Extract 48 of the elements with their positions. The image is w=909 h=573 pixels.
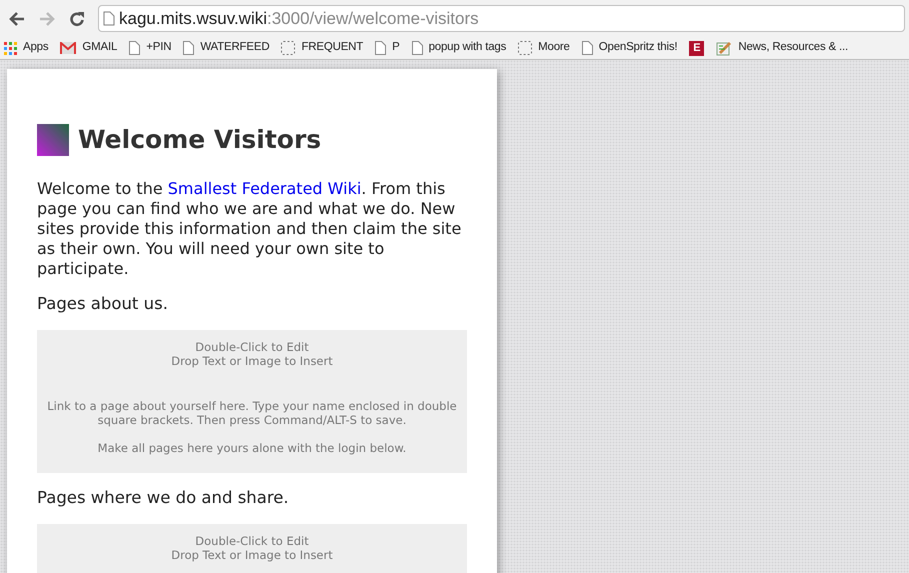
bookmark-link[interactable]: News, Resources & ... [716, 39, 848, 57]
page-icon [375, 41, 386, 55]
edit-hint: Double-Click to Edit [194, 534, 310, 548]
apps-grid-icon [4, 42, 17, 54]
page-title: Welcome Visitors [78, 124, 322, 156]
page-icon [129, 41, 140, 55]
reload-icon[interactable] [68, 10, 86, 28]
bookmark-link[interactable]: WATERFEED [183, 39, 270, 57]
intro-paragraph: Welcome to the Smallest Federated Wiki. From this page you can find who we are and what we do. New sites provide this information and then claim the site as their own. You will need your own site to participate. [37, 178, 462, 278]
page-icon [582, 41, 593, 55]
site-flag-icon [37, 124, 69, 156]
bookmark-link[interactable]: Apps [4, 39, 48, 57]
dashed-square-icon [518, 41, 532, 55]
bookmark-link[interactable]: FREQUENT [281, 39, 364, 57]
edit-hint: Drop Text or Image to Insert [170, 354, 334, 368]
page-icon [103, 11, 115, 26]
bookmark-label: News, Resources & ... [738, 40, 848, 56]
edit-hint: Double-Click to Edit [194, 340, 310, 354]
bookmark-link[interactable]: GMAIL [60, 39, 118, 57]
bookmark-label: P [392, 40, 400, 56]
page-icon [412, 41, 423, 55]
bookmark-link[interactable]: P [375, 39, 400, 57]
bookmark-label: popup with tags [428, 40, 506, 56]
wiki-link[interactable]: Smallest Federated Wiki [168, 178, 362, 198]
section-heading: Pages about us. [37, 294, 169, 314]
bookmark-label: Apps [23, 40, 48, 56]
bookmark-label: Moore [538, 40, 570, 56]
note-text: Make all pages here yours alone with the login below. [96, 440, 408, 454]
factory-panel[interactable]: Double-Click to Edit Drop Text or Image to Insert [37, 524, 467, 573]
bookmark-label: WATERFEED [200, 40, 270, 56]
bookmark-link[interactable]: OpenSpritz this! [582, 39, 678, 57]
back-icon[interactable] [8, 10, 26, 28]
page-icon [183, 41, 194, 55]
bookmark-link[interactable]: Moore [518, 39, 570, 57]
bookmark-link[interactable]: +PIN [129, 39, 172, 57]
section-heading: Pages where we do and share. [37, 488, 290, 508]
letter-logo-bookmark[interactable]: E [689, 40, 704, 56]
bookmark-label: GMAIL [82, 40, 118, 56]
bookmark-label: +PIN [146, 40, 172, 56]
edit-hint: Drop Text or Image to Insert [170, 548, 334, 562]
bookmark-link[interactable]: popup with tags [412, 39, 506, 57]
mail-icon [60, 42, 76, 54]
note-text: Link to a page about yourself here. Type your name enclosed in double square brackets. Then press Command/ALT-S to save. [46, 398, 458, 426]
dashed-square-icon [281, 41, 296, 55]
notepad-pencil-icon [716, 40, 732, 56]
address-bar[interactable]: kagu.mits.wsuv.wiki:3000/view/welcome-visitors [98, 5, 905, 32]
bookmark-label: FREQUENT [301, 40, 364, 56]
bookmark-label: OpenSpritz this! [598, 40, 678, 56]
